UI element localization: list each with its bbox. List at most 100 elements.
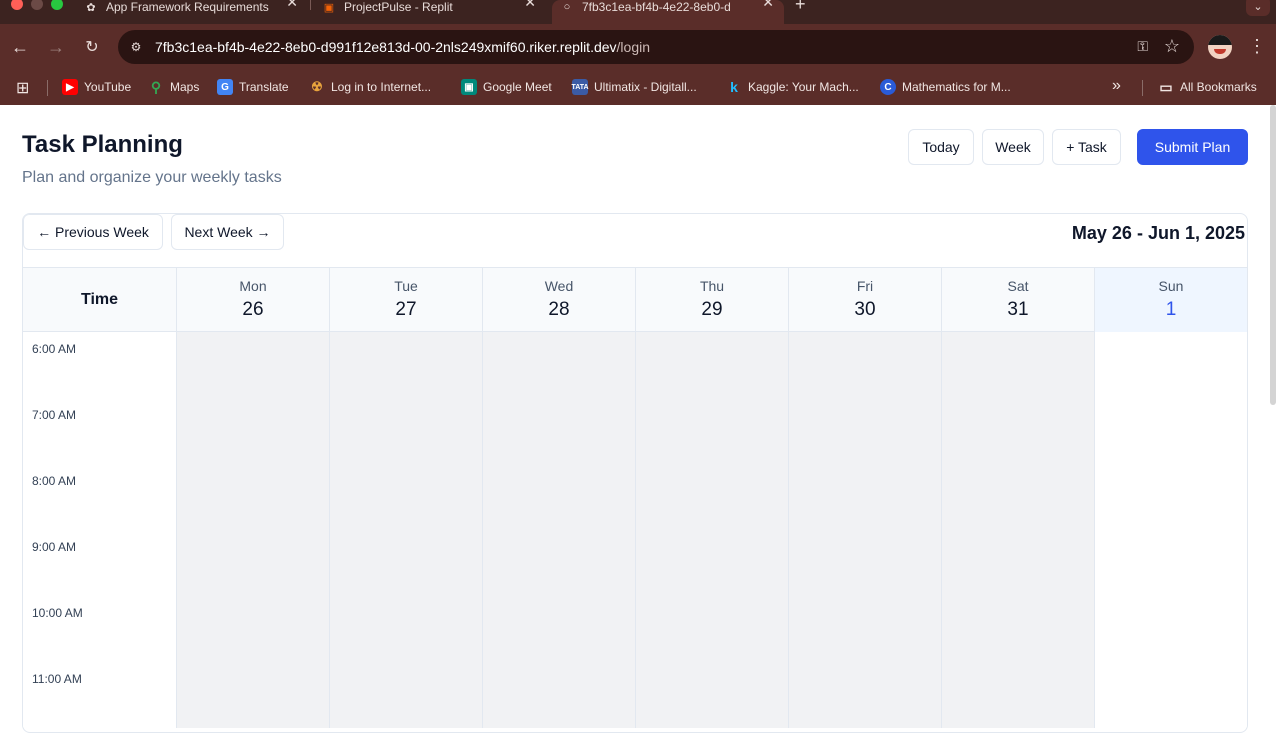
bookmark-mathematics[interactable]: C Mathematics for M... <box>880 79 1011 95</box>
calendar-slot-cell[interactable] <box>788 662 941 695</box>
calendar-slot-cell[interactable] <box>788 365 941 398</box>
calendar-slot-cell[interactable] <box>329 398 482 431</box>
window-close-button[interactable] <box>11 0 23 10</box>
calendar-slot-cell[interactable] <box>941 398 1094 431</box>
close-tab-icon[interactable]: ✕ <box>286 0 298 11</box>
tab-search-chevron-icon[interactable]: ⌄ <box>1246 0 1270 16</box>
calendar-slot-cell[interactable] <box>329 563 482 596</box>
url-text[interactable]: 7fb3c1ea-bf4b-4e22-8eb0-d991f12e813d-00-… <box>155 39 650 55</box>
profile-avatar[interactable] <box>1208 35 1232 59</box>
calendar-slot-cell[interactable] <box>635 398 788 431</box>
calendar-slot-cell[interactable] <box>329 332 482 365</box>
calendar-slot-cell[interactable] <box>176 365 329 398</box>
calendar-slot-cell[interactable] <box>329 530 482 563</box>
calendar-slot-cell[interactable] <box>941 596 1094 629</box>
calendar-slot-cell[interactable] <box>635 695 788 728</box>
calendar-slot-cell[interactable] <box>941 332 1094 365</box>
bookmark-google-meet[interactable]: ▣ Google Meet <box>461 79 552 95</box>
calendar-slot-cell[interactable] <box>788 695 941 728</box>
calendar-slot-cell[interactable] <box>788 629 941 662</box>
calendar-slot-cell[interactable] <box>941 695 1094 728</box>
close-tab-icon[interactable]: ✕ <box>762 0 774 11</box>
today-button[interactable]: Today <box>908 129 974 165</box>
browser-tab-active[interactable]: ○ 7fb3c1ea-bf4b-4e22-8eb0-d ✕ <box>552 0 784 24</box>
next-week-button[interactable]: Next Week → <box>171 214 284 250</box>
calendar-slot-cell[interactable] <box>1094 596 1247 629</box>
calendar-slot-cell[interactable] <box>788 431 941 464</box>
browser-tab[interactable]: ✿ App Framework Requirements ✕ <box>84 0 300 24</box>
previous-week-button[interactable]: ← Previous Week <box>23 214 163 250</box>
calendar-slot-cell[interactable] <box>482 695 635 728</box>
calendar-slot-cell[interactable] <box>635 563 788 596</box>
calendar-slot-cell[interactable] <box>329 464 482 497</box>
bookmark-translate[interactable]: G Translate <box>217 79 289 95</box>
calendar-slot-cell[interactable] <box>482 563 635 596</box>
calendar-slot-cell[interactable] <box>176 332 329 365</box>
calendar-slot-cell[interactable] <box>788 596 941 629</box>
forward-arrow-icon[interactable]: → <box>45 36 67 58</box>
calendar-slot-cell[interactable] <box>482 464 635 497</box>
calendar-slot-cell[interactable] <box>482 497 635 530</box>
calendar-slot-cell[interactable] <box>176 563 329 596</box>
bookmark-ultimatix[interactable]: TATA Ultimatix - Digitall... <box>571 79 697 95</box>
calendar-slot-cell[interactable] <box>788 530 941 563</box>
reload-icon[interactable]: ↻ <box>81 36 103 58</box>
calendar-slot-cell[interactable] <box>941 464 1094 497</box>
bookmark-star-icon[interactable]: ☆ <box>1164 36 1180 57</box>
calendar-slot-cell[interactable] <box>482 596 635 629</box>
calendar-slot-cell[interactable] <box>176 695 329 728</box>
calendar-slot-cell[interactable] <box>1094 365 1247 398</box>
bookmark-internet-login[interactable]: ☢ Log in to Internet... <box>309 79 431 95</box>
window-minimize-button[interactable] <box>31 0 43 10</box>
calendar-slot-cell[interactable] <box>329 596 482 629</box>
calendar-slot-cell[interactable] <box>941 431 1094 464</box>
calendar-slot-cell[interactable] <box>1094 431 1247 464</box>
calendar-slot-cell[interactable] <box>635 629 788 662</box>
calendar-slot-cell[interactable] <box>788 464 941 497</box>
calendar-slot-cell[interactable] <box>482 662 635 695</box>
calendar-slot-cell[interactable] <box>176 398 329 431</box>
calendar-slot-cell[interactable] <box>788 398 941 431</box>
more-bookmarks-chevron-icon[interactable]: » <box>1112 77 1121 95</box>
calendar-slot-cell[interactable] <box>941 662 1094 695</box>
calendar-slot-cell[interactable] <box>329 497 482 530</box>
calendar-slot-cell[interactable] <box>482 332 635 365</box>
calendar-slot-cell[interactable] <box>329 695 482 728</box>
submit-plan-button[interactable]: Submit Plan <box>1137 129 1248 165</box>
calendar-slot-cell[interactable] <box>1094 497 1247 530</box>
calendar-slot-cell[interactable] <box>788 497 941 530</box>
address-bar[interactable]: ⚙ 7fb3c1ea-bf4b-4e22-8eb0-d991f12e813d-0… <box>118 30 1194 64</box>
calendar-slot-cell[interactable] <box>635 497 788 530</box>
apps-grid-icon[interactable]: ⊞ <box>16 78 29 98</box>
calendar-slot-cell[interactable] <box>635 431 788 464</box>
calendar-slot-cell[interactable] <box>635 530 788 563</box>
calendar-slot-cell[interactable] <box>1094 563 1247 596</box>
calendar-slot-cell[interactable] <box>176 629 329 662</box>
window-maximize-button[interactable] <box>51 0 63 10</box>
calendar-slot-cell[interactable] <box>329 431 482 464</box>
calendar-slot-cell[interactable] <box>941 629 1094 662</box>
calendar-slot-cell[interactable] <box>176 596 329 629</box>
calendar-slot-cell[interactable] <box>1094 662 1247 695</box>
calendar-slot-cell[interactable] <box>635 332 788 365</box>
calendar-slot-cell[interactable] <box>1094 464 1247 497</box>
site-settings-icon[interactable]: ⚙ <box>128 39 144 55</box>
calendar-slot-cell[interactable] <box>482 431 635 464</box>
calendar-slot-cell[interactable] <box>941 530 1094 563</box>
calendar-slot-cell[interactable] <box>482 530 635 563</box>
bookmark-maps[interactable]: ⚲ Maps <box>148 79 199 95</box>
close-tab-icon[interactable]: ✕ <box>524 0 536 11</box>
calendar-slot-cell[interactable] <box>482 398 635 431</box>
calendar-slot-cell[interactable] <box>1094 332 1247 365</box>
browser-menu-icon[interactable]: ⋮ <box>1248 36 1266 57</box>
calendar-slot-cell[interactable] <box>482 629 635 662</box>
calendar-slot-cell[interactable] <box>941 563 1094 596</box>
calendar-slot-cell[interactable] <box>329 365 482 398</box>
add-task-button[interactable]: + Task <box>1052 129 1121 165</box>
calendar-slot-cell[interactable] <box>176 530 329 563</box>
all-bookmarks-button[interactable]: ▭ All Bookmarks <box>1158 79 1256 95</box>
calendar-slot-cell[interactable] <box>788 332 941 365</box>
calendar-slot-cell[interactable] <box>941 497 1094 530</box>
calendar-slot-cell[interactable] <box>788 563 941 596</box>
calendar-slot-cell[interactable] <box>635 464 788 497</box>
